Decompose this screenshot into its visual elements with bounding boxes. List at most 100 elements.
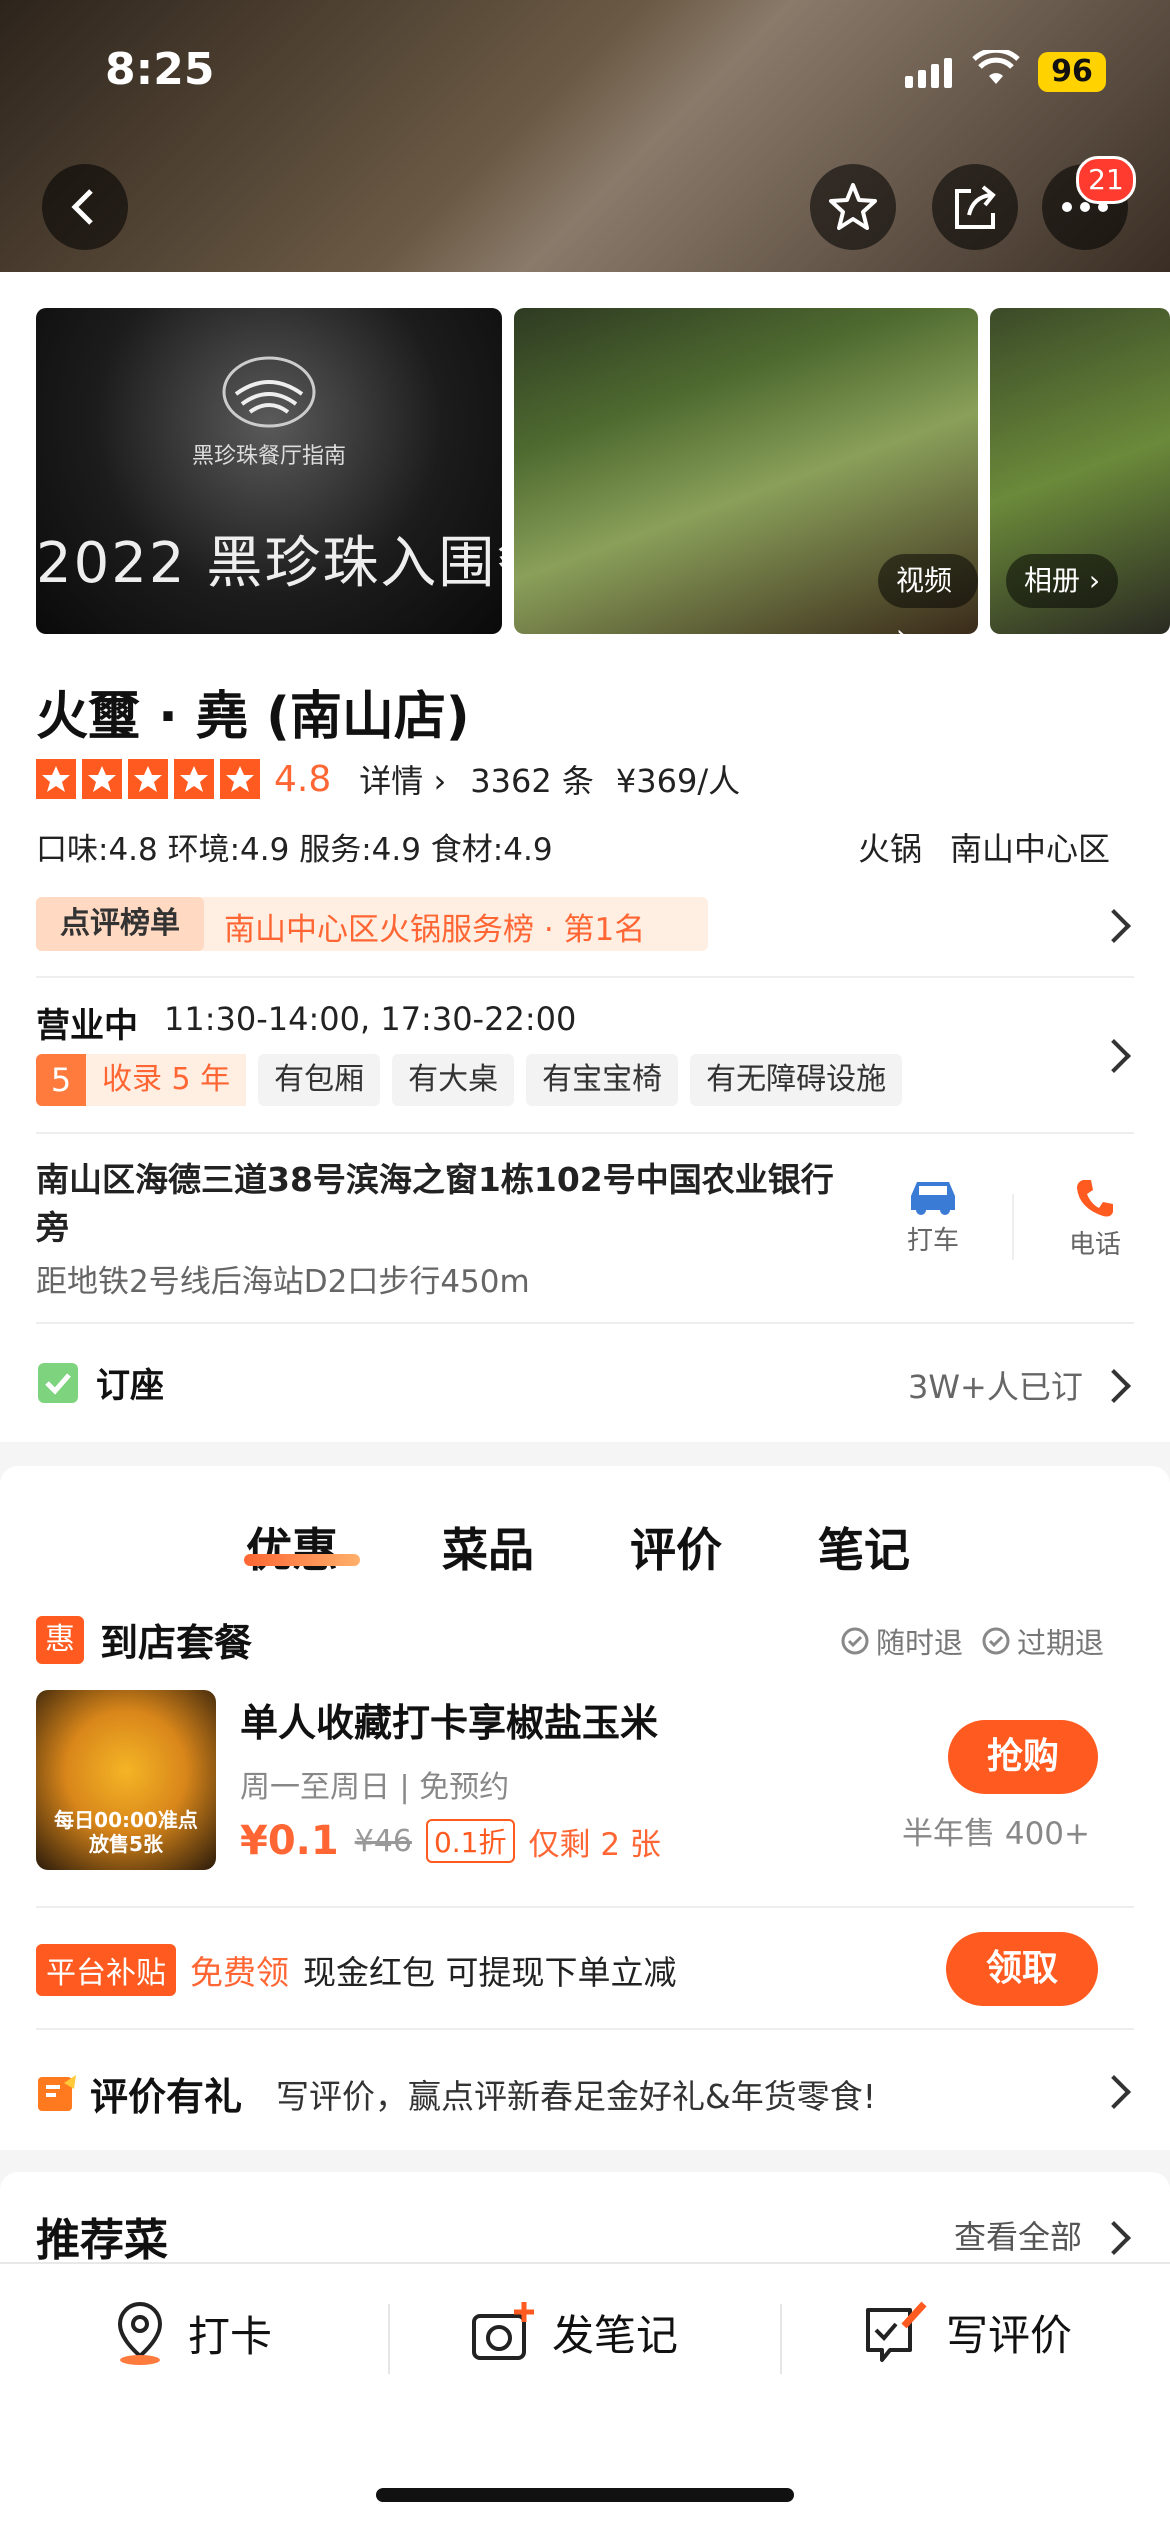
star-icon — [174, 759, 214, 799]
chevron-right-icon — [1097, 1039, 1131, 1073]
divider — [780, 2304, 782, 2374]
divider — [36, 976, 1134, 978]
booking-row[interactable]: 订座 — [36, 1358, 164, 1407]
tab-dishes[interactable]: 菜品 — [442, 1514, 534, 1580]
booking-count: 3W+人已订 — [908, 1368, 1083, 1406]
share-button[interactable] — [932, 164, 1018, 250]
review-gift-text: 写评价，赢点评新春足金好礼&年货零食! — [276, 2076, 876, 2116]
booking-label: 订座 — [96, 1366, 164, 1406]
video-label: 视频 — [896, 564, 953, 597]
shop-name: 火璽 · 堯 (南山店) — [36, 687, 470, 747]
banner-title: 2022 黑珍珠入围餐厅 — [36, 531, 502, 596]
deals-section: 优惠 菜品 评价 笔记 惠 到店套餐 随时退 过期退 每日00:00准点 放售5… — [0, 1466, 1170, 2150]
photo-interior[interactable]: 视频 › — [514, 308, 978, 634]
write-review-button[interactable]: 写评价 — [864, 2300, 1072, 2364]
avg-price: ¥369/人 — [615, 762, 741, 800]
phone-button[interactable]: 电话 — [1052, 1176, 1138, 1261]
check-circle-icon — [841, 1627, 869, 1655]
checkin-button[interactable]: 打卡 — [110, 2300, 272, 2366]
deal-sold: 半年售 400+ — [902, 1816, 1090, 1852]
deal-discount: 0.1折 — [425, 1819, 515, 1863]
wifi-icon — [972, 50, 1020, 84]
favorite-button[interactable] — [810, 164, 896, 250]
chevron-right-icon — [1097, 1369, 1131, 1403]
black-pearl-logo-icon — [222, 356, 316, 428]
star-icon — [82, 759, 122, 799]
album-button[interactable]: 相册 › — [1006, 554, 1119, 608]
review-gift-title: 评价有礼 — [90, 2075, 243, 2119]
refund-policies: 随时退 过期退 — [840, 1620, 1104, 1662]
back-button[interactable] — [42, 164, 128, 250]
tag-big-table: 有大桌 — [392, 1054, 515, 1106]
taxi-label: 打车 — [906, 1226, 959, 1256]
address[interactable]: 南山区海德三道38号滨海之窗1栋102号中国农业银行旁 — [36, 1156, 836, 1252]
star-icon — [128, 759, 168, 799]
album-label: 相册 — [1024, 564, 1081, 597]
deal-remaining: 仅剩 2 张 — [528, 1826, 661, 1863]
district: 南山中心区 — [950, 830, 1111, 868]
taxi-button[interactable]: 打车 — [890, 1176, 976, 1257]
write-review-icon — [866, 2301, 927, 2362]
divider — [36, 1322, 1134, 1324]
claim-button[interactable]: 领取 — [946, 1932, 1098, 2006]
recommend-title: 推荐菜 — [36, 2215, 168, 2266]
chevron-right-icon — [1097, 2075, 1131, 2109]
divider — [36, 1132, 1134, 1134]
battery-indicator: 96 — [1038, 52, 1106, 92]
star-icon — [220, 759, 260, 799]
phone-label: 电话 — [1068, 1230, 1121, 1260]
camera-plus-icon — [472, 2302, 534, 2360]
buy-button[interactable]: 抢购 — [948, 1720, 1098, 1794]
location-pin-icon — [117, 2301, 163, 2365]
photo-banner[interactable]: 黑珍珠餐厅指南 2022 黑珍珠入围餐厅 — [36, 308, 502, 634]
see-all-link[interactable]: 查看全部 — [954, 2212, 1082, 2258]
video-button[interactable]: 视频 › — [878, 554, 978, 634]
banner-subtitle: 黑珍珠餐厅指南 — [191, 444, 346, 469]
tag-baby-chair: 有宝宝椅 — [526, 1054, 679, 1106]
write-review-label: 写评价 — [946, 2310, 1073, 2360]
rating-row: 4.8 详情 › 3362 条 ¥369/人 — [36, 756, 740, 802]
signal-icon — [905, 58, 952, 88]
deal-image[interactable]: 每日00:00准点 放售5张 — [36, 1690, 216, 1870]
tags-row[interactable]: 5 收录 5 年 有包厢 有大桌 有宝宝椅 有无障碍设施 — [36, 1054, 914, 1106]
subsidy-row: 平台补贴 免费领 现金红包 可提现下单立减 — [36, 1944, 677, 1996]
see-all-label: 查看全部 — [954, 2218, 1083, 2256]
tag-private-room: 有包厢 — [258, 1054, 381, 1106]
deal-price-row: ¥0.1 ¥46 0.1折 仅剩 2 张 — [240, 1818, 661, 1864]
tag-accessible: 有无障碍设施 — [690, 1054, 903, 1106]
deal-title[interactable]: 单人收藏打卡享椒盐玉米 — [240, 1692, 658, 1747]
photo-plants[interactable]: 相册 › — [990, 308, 1170, 634]
active-tab-indicator — [244, 1554, 360, 1566]
divider — [1012, 1194, 1014, 1260]
ranking-text: 南山中心区火锅服务榜 · 第1名 — [224, 912, 646, 948]
details-link[interactable]: 详情 › — [359, 756, 446, 802]
post-note-label: 发笔记 — [552, 2310, 679, 2360]
sub-scores: 口味:4.8 环境:4.9 服务:4.9 食材:4.9 — [36, 832, 553, 868]
years-text: 收录 5 年 — [86, 1054, 247, 1106]
chevron-right-icon — [1097, 909, 1131, 943]
tab-deals[interactable]: 优惠 — [246, 1514, 338, 1580]
star-icon — [829, 183, 877, 230]
tab-notes[interactable]: 笔记 — [818, 1514, 910, 1580]
refund-expire: 过期退 — [1017, 1626, 1105, 1660]
rating-score: 4.8 — [274, 758, 332, 800]
divider — [388, 2304, 390, 2374]
status-time: 8:25 — [105, 44, 215, 95]
share-icon — [955, 185, 996, 229]
checkin-label: 打卡 — [188, 2311, 273, 2361]
ranking-banner[interactable]: 点评榜单 南山中心区火锅服务榜 · 第1名 — [36, 897, 708, 951]
deal-icon: 惠 — [36, 1615, 84, 1664]
deal-original-price: ¥46 — [354, 1823, 412, 1859]
recommend-section: 推荐菜 查看全部 — [0, 2172, 1170, 2266]
post-note-button[interactable]: 发笔记 — [470, 2300, 678, 2364]
check-circle-icon — [982, 1627, 1010, 1655]
review-gift-row[interactable]: 评价有礼 写评价，赢点评新春足金好礼&年货零食! — [36, 2066, 876, 2121]
deal-subtitle: 周一至周日 | 免预约 — [240, 1770, 510, 1805]
car-icon — [911, 1182, 955, 1215]
deal-image-caption: 每日00:00准点 放售5张 — [54, 1808, 198, 1856]
chevron-left-icon — [71, 189, 93, 225]
phone-icon — [1077, 1180, 1113, 1217]
tab-reviews[interactable]: 评价 — [630, 1514, 722, 1580]
ranking-badge: 点评榜单 — [36, 897, 204, 951]
notification-badge: 21 — [1076, 156, 1136, 204]
